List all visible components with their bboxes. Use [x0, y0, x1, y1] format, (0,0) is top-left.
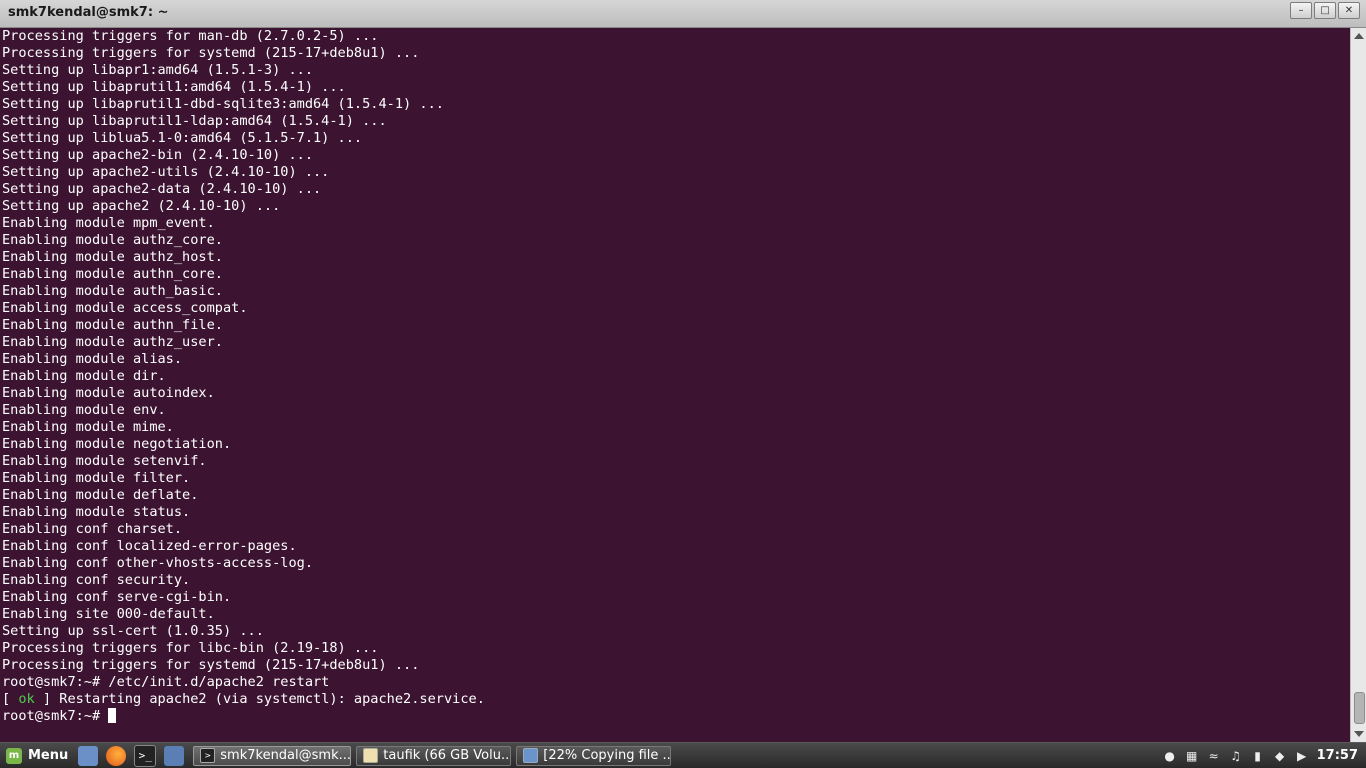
terminal-line: Enabling module status.: [2, 504, 191, 520]
window-title: smk7kendal@smk7: ~: [8, 5, 169, 20]
task-label: [22% Copying file ...: [543, 748, 672, 763]
menu-label: Menu: [28, 748, 69, 763]
terminal-line: Enabling module deflate.: [2, 487, 199, 503]
terminal-line: Enabling module negotiation.: [2, 436, 232, 452]
taskbar: m Menu >_ > smk7kendal@smk... taufik (66…: [0, 742, 1366, 768]
terminal-line: Enabling module auth_basic.: [2, 283, 223, 299]
terminal-line: Enabling conf charset.: [2, 521, 183, 537]
terminal-line: Enabling conf other-vhosts-access-log.: [2, 555, 313, 571]
clock[interactable]: 17:57: [1317, 748, 1358, 763]
terminal-scrollbar[interactable]: [1350, 28, 1366, 742]
terminal-line: Processing triggers for systemd (215-17+…: [2, 657, 420, 673]
files-launcher-icon[interactable]: [164, 745, 185, 766]
terminal-line: Processing triggers for systemd (215-17+…: [2, 45, 420, 61]
terminal-line: Setting up ssl-cert (1.0.35) ...: [2, 623, 264, 639]
close-button[interactable]: ✕: [1338, 2, 1360, 19]
task-file-copy[interactable]: [22% Copying file ...: [516, 745, 672, 766]
status-message: ] Restarting apache2 (via systemctl): ap…: [34, 691, 485, 707]
terminal-line: Enabling module dir.: [2, 368, 166, 384]
wifi-icon[interactable]: ≈: [1207, 749, 1221, 763]
task-label: taufik (66 GB Volu...: [383, 748, 512, 763]
terminal-line: Enabling module filter.: [2, 470, 191, 486]
maximize-button[interactable]: □: [1314, 2, 1336, 19]
terminal-prompt-line[interactable]: root@smk7:~#: [2, 708, 1350, 725]
shell-prompt: root@smk7:~#: [2, 708, 109, 724]
network-manager-icon[interactable]: ▦: [1185, 749, 1199, 763]
terminal-line: Setting up libaprutil1-ldap:amd64 (1.5.4…: [2, 113, 387, 129]
folder-icon: [523, 748, 539, 763]
scroll-up-icon[interactable]: [1354, 33, 1364, 39]
terminal-line: Enabling module setenvif.: [2, 453, 207, 469]
terminal-line: Enabling module env.: [2, 402, 166, 418]
terminal-line: Enabling module authz_host.: [2, 249, 223, 265]
show-desktop-icon[interactable]: [78, 745, 99, 766]
mint-logo-icon: m: [6, 747, 22, 764]
terminal-line: Setting up apache2-bin (2.4.10-10) ...: [2, 147, 313, 163]
close-icon: ✕: [1344, 4, 1354, 16]
scroll-down-icon[interactable]: [1354, 731, 1364, 737]
terminal-line: Enabling module mpm_event.: [2, 215, 215, 231]
window-titlebar[interactable]: smk7kendal@smk7: ~ – □ ✕: [0, 0, 1366, 28]
system-tray: ● ▦ ≈ ♫ ▮ ◆ ▶ 17:57: [1163, 748, 1366, 763]
terminal-line: Enabling conf serve-cgi-bin.: [2, 589, 232, 605]
terminal-line: Setting up apache2 (2.4.10-10) ...: [2, 198, 281, 214]
terminal-line: Enabling module alias.: [2, 351, 183, 367]
menu-button[interactable]: m Menu: [0, 744, 74, 768]
terminal-launcher-icon[interactable]: >_: [134, 744, 157, 767]
terminal-status-line: [ ok ] Restarting apache2 (via systemctl…: [2, 691, 1350, 708]
minimize-button[interactable]: –: [1290, 2, 1312, 19]
terminal-line: Setting up liblua5.1-0:amd64 (5.1.5-7.1)…: [2, 130, 363, 146]
scroll-thumb[interactable]: [1354, 692, 1365, 724]
status-open-bracket: [: [2, 691, 19, 707]
task-text-editor[interactable]: taufik (66 GB Volu...: [356, 745, 512, 766]
window-controls: – □ ✕: [1290, 2, 1360, 19]
volume-icon[interactable]: ♫: [1229, 749, 1243, 763]
terminal-line: Setting up libaprutil1-dbd-sqlite3:amd64…: [2, 96, 444, 112]
terminal-line: Setting up apache2-utils (2.4.10-10) ...: [2, 164, 330, 180]
terminal-icon: >: [200, 748, 216, 763]
terminal-line: Enabling module authn_core.: [2, 266, 223, 282]
terminal-line: Enabling conf localized-error-pages.: [2, 538, 297, 554]
terminal-line: Enabling module authz_user.: [2, 334, 223, 350]
task-terminal[interactable]: > smk7kendal@smk...: [193, 745, 352, 766]
terminal-line: Enabling conf security.: [2, 572, 191, 588]
terminal-line: Setting up apache2-data (2.4.10-10) ...: [2, 181, 322, 197]
terminal-line: Processing triggers for man-db (2.7.0.2-…: [2, 28, 379, 44]
shield-icon[interactable]: ◆: [1273, 749, 1287, 763]
status-ok: ok: [18, 691, 35, 707]
battery-icon[interactable]: ▮: [1251, 749, 1265, 763]
text-cursor: [108, 708, 117, 723]
terminal-line: Enabling module access_compat.: [2, 300, 248, 316]
speaker-icon[interactable]: ▶: [1295, 749, 1309, 763]
terminal-line: Enabling site 000-default.: [2, 606, 215, 622]
terminal-line: Enabling module authz_core.: [2, 232, 223, 248]
minimize-icon: –: [1298, 4, 1304, 16]
terminal-area[interactable]: Processing triggers for man-db (2.7.0.2-…: [0, 28, 1350, 742]
terminal-line: Enabling module authn_file.: [2, 317, 223, 333]
terminal-line: Processing triggers for libc-bin (2.19-1…: [2, 640, 379, 656]
maximize-icon: □: [1320, 4, 1330, 16]
text-editor-icon: [363, 748, 379, 763]
terminal-line: Setting up libapr1:amd64 (1.5.1-3) ...: [2, 62, 313, 78]
firefox-icon[interactable]: [106, 745, 127, 766]
terminal-line: Setting up libaprutil1:amd64 (1.5.4-1) .…: [2, 79, 346, 95]
terminal-line: Enabling module autoindex.: [2, 385, 215, 401]
terminal-output: Processing triggers for man-db (2.7.0.2-…: [0, 28, 1350, 725]
terminal-line: Enabling module mime.: [2, 419, 174, 435]
task-label: smk7kendal@smk...: [220, 748, 351, 763]
terminal-line: root@smk7:~# /etc/init.d/apache2 restart: [2, 674, 330, 690]
user-icon[interactable]: ●: [1163, 749, 1177, 763]
